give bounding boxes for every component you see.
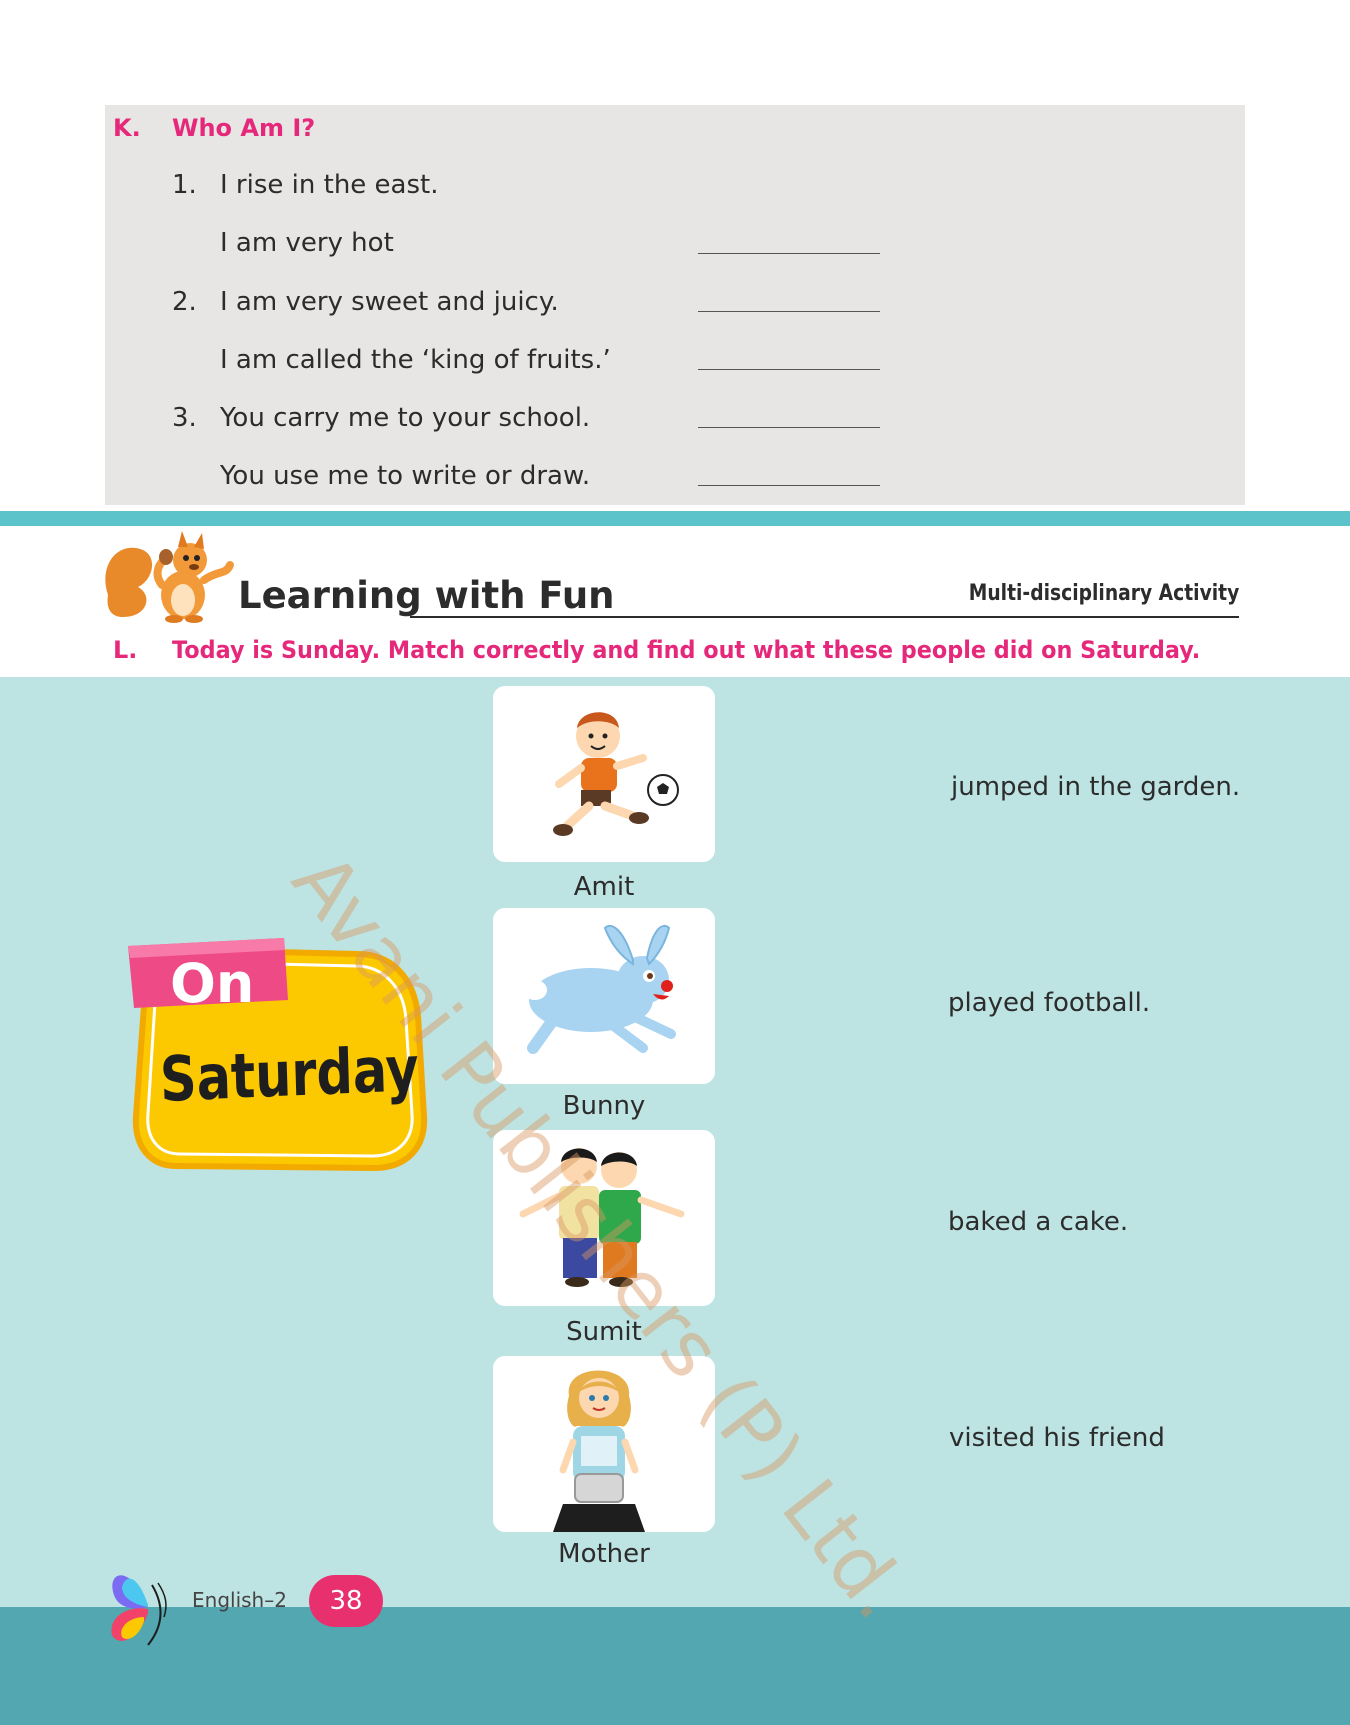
question-3-number: 3. [172, 403, 197, 433]
label-mother: Mother [558, 1539, 650, 1569]
card-mother [493, 1356, 715, 1532]
badge-saturday-text: Saturday [158, 1032, 420, 1116]
question-2-number: 2. [172, 287, 197, 317]
label-bunny: Bunny [562, 1091, 646, 1121]
question-1-number: 1. [172, 170, 197, 200]
two-boys-image [519, 1148, 685, 1287]
question-3-line-1: You carry me to your school. [220, 403, 591, 433]
football-player-image [553, 712, 679, 836]
question-2-line-2: I am called the ‘king of fruits.’ [220, 345, 611, 375]
squirrel-icon [105, 531, 234, 623]
card-bunny [493, 908, 715, 1084]
rabbit-image [523, 924, 676, 1054]
question-1-line-1: I rise in the east. [220, 170, 439, 200]
answer-blank-2[interactable] [698, 311, 880, 312]
action-4: visited his friend [949, 1423, 1165, 1453]
teal-divider [0, 511, 1350, 526]
card-amit [493, 686, 715, 862]
mother-cooking-image [553, 1370, 645, 1532]
badge-on-text: On [170, 952, 255, 1015]
butterfly-icon [111, 1575, 167, 1646]
label-sumit: Sumit [566, 1317, 642, 1347]
footer-subject: English–2 [192, 1588, 287, 1612]
action-3: baked a cake. [948, 1207, 1129, 1237]
label-amit: Amit [573, 872, 635, 902]
header-underline [410, 616, 1239, 618]
page-number-badge: 38 [309, 1575, 383, 1627]
question-3-line-2: You use me to write or draw. [220, 461, 591, 491]
section-l-instruction: Today is Sunday. Match correctly and fin… [172, 636, 1201, 664]
question-2-line-1: I am very sweet and juicy. [220, 287, 559, 317]
section-l-letter: L. [113, 636, 138, 664]
footer-band [0, 1607, 1350, 1725]
answer-blank-4[interactable] [698, 427, 880, 428]
answer-blank-1[interactable] [698, 253, 880, 254]
activity-tag: Multi-disciplinary Activity [968, 581, 1239, 606]
card-sumit [493, 1130, 715, 1306]
section-k-letter: K. [113, 114, 141, 142]
answer-blank-3[interactable] [698, 369, 880, 370]
action-2: played football. [948, 988, 1151, 1018]
action-1: jumped in the garden. [951, 772, 1241, 802]
question-1-line-2: I am very hot [220, 228, 394, 258]
answer-blank-5[interactable] [698, 485, 880, 486]
section-k-title: Who Am I? [172, 114, 316, 142]
learning-with-fun-title: Learning with Fun [238, 574, 615, 617]
